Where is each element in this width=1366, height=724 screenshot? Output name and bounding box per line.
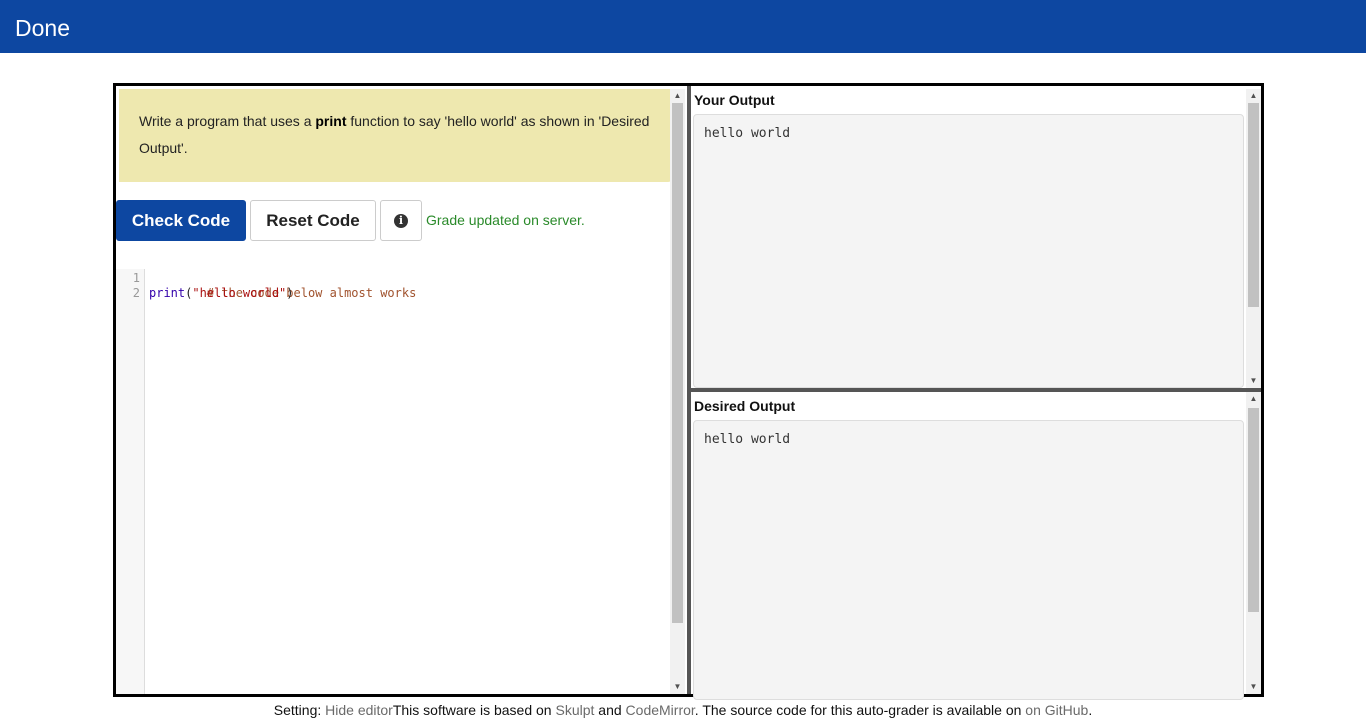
hide-editor-link[interactable]: Hide editor bbox=[325, 702, 393, 718]
scroll-down-icon[interactable]: ▼ bbox=[1246, 680, 1261, 694]
desired-output-box: hello world bbox=[693, 420, 1244, 700]
instructions-keyword: print bbox=[315, 113, 347, 129]
scrollbar-thumb[interactable] bbox=[1248, 408, 1259, 612]
grade-status-text: Grade updated on server. bbox=[426, 212, 585, 228]
reset-code-button[interactable]: Reset Code bbox=[250, 200, 376, 241]
instructions-box: Write a program that uses a print functi… bbox=[119, 89, 672, 182]
skulpt-link[interactable]: Skulpt bbox=[555, 702, 594, 718]
code-paren-close: ) bbox=[286, 286, 294, 300]
your-output-pane: Your Output hello world ▲ ▼ bbox=[691, 86, 1261, 388]
line-number: 2 bbox=[132, 286, 140, 300]
scroll-down-icon[interactable]: ▼ bbox=[1246, 374, 1261, 388]
desired-output-pane: Desired Output hello world ▲ ▼ bbox=[691, 392, 1261, 700]
scrollbar-thumb[interactable] bbox=[1248, 103, 1259, 307]
github-link[interactable]: on GitHub bbox=[1025, 702, 1088, 718]
scroll-down-icon[interactable]: ▼ bbox=[670, 680, 685, 694]
code-line[interactable]: print("hello world") bbox=[149, 286, 294, 301]
line-number: 1 bbox=[132, 271, 140, 285]
scrollbar-thumb[interactable] bbox=[672, 103, 683, 623]
top-bar: Done bbox=[0, 0, 1366, 53]
editor-pane: Write a program that uses a print functi… bbox=[116, 86, 687, 694]
desired-output-scrollbar[interactable]: ▲ ▼ bbox=[1246, 392, 1261, 694]
codemirror-link[interactable]: CodeMirror bbox=[626, 702, 695, 718]
footer: Setting: Hide editorThis software is bas… bbox=[0, 701, 1366, 719]
info-button[interactable]: i bbox=[380, 200, 422, 241]
info-icon: i bbox=[394, 213, 408, 228]
scroll-up-icon[interactable]: ▲ bbox=[1246, 392, 1261, 406]
footer-end-text: . bbox=[1088, 702, 1093, 718]
code-editor[interactable]: 1 2 # the code below almost works print(… bbox=[116, 269, 670, 694]
editor-scrollbar[interactable]: ▲ ▼ bbox=[670, 89, 685, 694]
your-output-box: hello world bbox=[693, 114, 1244, 388]
footer-source-text: . The source code for this auto-grader i… bbox=[694, 702, 1026, 718]
scroll-up-icon[interactable]: ▲ bbox=[1246, 89, 1261, 103]
page-title: Done bbox=[15, 15, 70, 41]
footer-and-text: and bbox=[594, 702, 626, 718]
footer-setting-prefix: Setting: bbox=[273, 702, 326, 718]
desired-output-label: Desired Output bbox=[694, 398, 796, 414]
exercise-frame: Write a program that uses a print functi… bbox=[113, 83, 1264, 700]
your-output-scrollbar[interactable]: ▲ ▼ bbox=[1246, 89, 1261, 388]
code-builtin: print bbox=[149, 286, 186, 300]
code-string: "hello world" bbox=[192, 286, 287, 300]
instructions-text-before: Write a program that uses a bbox=[139, 113, 316, 129]
check-code-button[interactable]: Check Code bbox=[116, 200, 246, 241]
footer-based-on-text: This software is based on bbox=[392, 702, 556, 718]
scroll-up-icon[interactable]: ▲ bbox=[670, 89, 685, 103]
line-number-gutter: 1 2 bbox=[116, 269, 145, 694]
your-output-label: Your Output bbox=[694, 92, 775, 108]
